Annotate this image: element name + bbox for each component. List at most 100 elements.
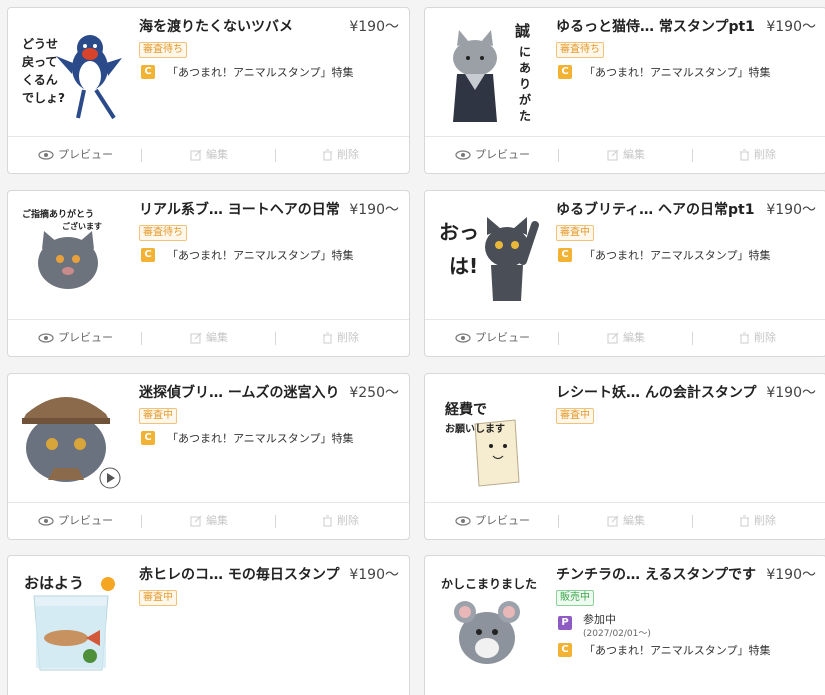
- preview-button[interactable]: プレビュー: [38, 503, 113, 539]
- svg-text:ございます: ございます: [62, 221, 102, 231]
- svg-text:くるん: くるん: [22, 73, 58, 87]
- eye-icon: [38, 150, 54, 160]
- preview-button[interactable]: プレビュー: [455, 320, 530, 356]
- svg-text:経費で: 経費で: [445, 401, 487, 418]
- sticker-price: ¥190〜: [349, 202, 399, 218]
- sticker-card[interactable]: 誠 に あ り が た ゆるっと猫侍… 常スタンプpt1 ¥190〜 審査待ち …: [424, 7, 825, 174]
- delete-button[interactable]: 削除: [739, 137, 776, 173]
- trash-icon: [740, 149, 749, 161]
- preview-button[interactable]: プレビュー: [455, 503, 530, 539]
- divider: [141, 332, 142, 345]
- sticker-title: 赤ヒレのコ… モの毎日スタンプ: [139, 567, 340, 583]
- sticker-card[interactable]: おっ は! ゆるブリティ… ヘアの日常pt1 ¥190〜 審査中 C 「あつまれ…: [424, 190, 825, 357]
- eye-icon: [38, 333, 54, 343]
- feature-label: 「あつまれ！アニマルスタンプ」特集: [167, 432, 354, 445]
- trash-icon: [740, 515, 749, 527]
- sticker-card[interactable]: かしこまりました チンチラの… えるスタンプです ¥190〜 販売中 P 参加中…: [424, 555, 825, 695]
- sticker-thumbnail[interactable]: おはよう: [18, 566, 124, 672]
- svg-text:誠: 誠: [515, 22, 530, 40]
- feature-label: 「あつまれ！アニマルスタンプ」特集: [167, 66, 354, 79]
- svg-text:かしこまりました: かしこまりました: [441, 577, 537, 591]
- svg-text:戻って: 戻って: [22, 54, 57, 69]
- svg-text:に: に: [519, 45, 531, 59]
- feature-label: 「あつまれ！アニマルスタンプ」特集: [584, 249, 771, 262]
- divider: [692, 149, 693, 162]
- svg-text:おはよう: おはよう: [24, 574, 84, 592]
- divider: [275, 149, 276, 162]
- status-badge: 審査待ち: [139, 42, 187, 58]
- sticker-thumbnail[interactable]: どうせ 戻って くるん でしょ?: [18, 18, 124, 124]
- card-actions: プレビュー 編集 削除: [425, 502, 825, 539]
- delete-button[interactable]: 削除: [739, 320, 776, 356]
- delete-button[interactable]: 削除: [322, 503, 359, 539]
- sticker-thumbnail[interactable]: 経費で お願いします: [435, 384, 541, 490]
- sticker-card[interactable]: どうせ 戻って くるん でしょ? 海を渡りたくないツバメ ¥190〜 審査待ち …: [7, 7, 410, 174]
- preview-button[interactable]: プレビュー: [455, 137, 530, 173]
- edit-icon: [607, 149, 619, 161]
- delete-button[interactable]: 削除: [322, 320, 359, 356]
- edit-button[interactable]: 編集: [190, 503, 228, 539]
- divider: [558, 149, 559, 162]
- sticker-title: 迷探偵ブリ… ームズの迷宮入り: [139, 385, 340, 401]
- svg-text:が: が: [519, 92, 531, 107]
- sticker-card[interactable]: ご指摘ありがとう ございます リアル系ブ… ヨートヘアの日常 ¥190〜 審査待…: [7, 190, 410, 357]
- trash-icon: [323, 515, 332, 527]
- status-badge: 審査待ち: [556, 42, 604, 58]
- status-badge: 審査中: [556, 408, 594, 424]
- sticker-thumbnail[interactable]: おっ は!: [435, 201, 541, 307]
- campaign-status: 参加中: [583, 613, 616, 626]
- edit-icon: [607, 515, 619, 527]
- svg-text:ご指摘ありがとう: ご指摘ありがとう: [22, 208, 94, 220]
- sticker-card[interactable]: 経費で お願いします レシート妖… んの会計スタンプ ¥190〜 審査中 プレビ…: [424, 373, 825, 540]
- sticker-thumbnail[interactable]: ご指摘ありがとう ございます: [18, 201, 124, 307]
- edit-button[interactable]: 編集: [607, 137, 645, 173]
- svg-text:どうせ: どうせ: [22, 37, 58, 51]
- preview-label: プレビュー: [475, 331, 530, 344]
- c-tag-icon: C: [558, 65, 572, 79]
- edit-button[interactable]: 編集: [607, 320, 645, 356]
- edit-button[interactable]: 編集: [190, 320, 228, 356]
- feature-label: 「あつまれ！アニマルスタンプ」特集: [167, 249, 354, 262]
- sticker-title: レシート妖… んの会計スタンプ: [556, 385, 757, 401]
- svg-text:た: た: [519, 109, 531, 123]
- eye-icon: [455, 333, 471, 343]
- edit-button[interactable]: 編集: [607, 503, 645, 539]
- eye-icon: [455, 150, 471, 160]
- delete-label: 削除: [754, 148, 776, 161]
- status-badge: 審査中: [139, 408, 177, 424]
- edit-button[interactable]: 編集: [190, 137, 228, 173]
- preview-button[interactable]: プレビュー: [38, 320, 113, 356]
- sticker-card[interactable]: おはよう 赤ヒレのコ… モの毎日スタンプ ¥190〜 審査中: [7, 555, 410, 695]
- sticker-thumbnail[interactable]: [18, 384, 124, 490]
- edit-icon: [190, 149, 202, 161]
- svg-text:でしょ?: でしょ?: [22, 91, 65, 105]
- trash-icon: [323, 149, 332, 161]
- delete-label: 削除: [754, 514, 776, 527]
- sticker-thumbnail[interactable]: 誠 に あ り が た: [435, 18, 541, 124]
- trash-icon: [323, 332, 332, 344]
- divider: [692, 515, 693, 528]
- preview-label: プレビュー: [475, 514, 530, 527]
- sticker-thumbnail[interactable]: かしこまりました: [435, 566, 541, 672]
- sticker-card[interactable]: 迷探偵ブリ… ームズの迷宮入り ¥250〜 審査中 C 「あつまれ！アニマルスタ…: [7, 373, 410, 540]
- delete-label: 削除: [754, 331, 776, 344]
- delete-button[interactable]: 削除: [739, 503, 776, 539]
- delete-button[interactable]: 削除: [322, 137, 359, 173]
- sticker-price: ¥190〜: [766, 202, 816, 218]
- sticker-price: ¥250〜: [349, 385, 399, 401]
- delete-label: 削除: [337, 331, 359, 344]
- card-actions: プレビュー 編集 削除: [8, 136, 409, 173]
- eye-icon: [38, 516, 54, 526]
- card-actions: プレビュー 編集 削除: [425, 319, 825, 356]
- c-tag-icon: C: [558, 643, 572, 657]
- preview-label: プレビュー: [58, 514, 113, 527]
- sticker-price: ¥190〜: [766, 385, 816, 401]
- delete-label: 削除: [337, 148, 359, 161]
- c-tag-icon: C: [558, 248, 572, 262]
- preview-label: プレビュー: [58, 331, 113, 344]
- preview-label: プレビュー: [58, 148, 113, 161]
- edit-label: 編集: [206, 148, 228, 161]
- c-tag-icon: C: [141, 65, 155, 79]
- divider: [275, 332, 276, 345]
- preview-button[interactable]: プレビュー: [38, 137, 113, 173]
